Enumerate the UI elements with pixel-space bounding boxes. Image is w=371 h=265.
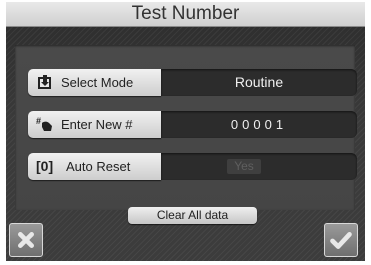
content-panel: Select Mode Routine # Enter New # 00001 … — [6, 27, 365, 261]
select-mode-label: Select Mode — [61, 75, 134, 90]
checkmark-icon — [330, 232, 352, 249]
enter-number-icon: # — [36, 116, 52, 131]
clear-all-data-button[interactable]: Clear All data — [128, 207, 257, 224]
enter-new-number-label: Enter New # — [61, 117, 133, 132]
close-icon — [18, 232, 34, 248]
auto-reset-button[interactable]: [0] Auto Reset — [28, 153, 161, 180]
select-mode-value[interactable]: Routine — [161, 69, 357, 96]
select-mode-button[interactable]: Select Mode — [28, 69, 161, 96]
reset-zero-icon: [0] — [36, 158, 54, 174]
auto-reset-value-field[interactable]: Yes — [161, 153, 357, 180]
select-mode-icon — [38, 75, 51, 89]
enter-new-number-button[interactable]: # Enter New # — [28, 111, 161, 138]
test-number-screen: Test Number Select Mode Routine # Enter … — [6, 2, 365, 261]
svg-text:#: # — [36, 116, 41, 126]
auto-reset-label: Auto Reset — [66, 159, 131, 174]
enter-new-number-value[interactable]: 00001 — [161, 111, 357, 138]
auto-reset-yes-toggle[interactable]: Yes — [227, 159, 261, 174]
ok-button[interactable] — [324, 223, 358, 257]
page-title: Test Number — [6, 2, 365, 27]
cancel-button[interactable] — [9, 223, 43, 257]
